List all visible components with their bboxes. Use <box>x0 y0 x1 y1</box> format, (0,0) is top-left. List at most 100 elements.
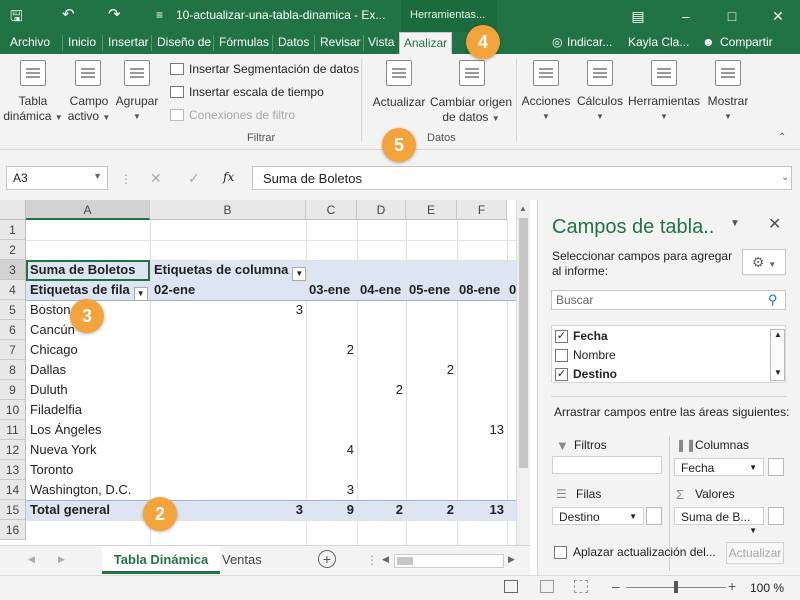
pivot-value-cell[interactable]: 2 <box>357 380 406 400</box>
actions-button[interactable]: Acciones ▼ <box>518 94 574 124</box>
tab-vista[interactable]: Vista <box>368 35 394 49</box>
defer-update-checkbox[interactable] <box>554 546 567 559</box>
zoom-level[interactable]: 100 % <box>750 581 784 595</box>
quick-access-menu-icon[interactable]: ≡ <box>156 8 163 22</box>
undo-icon[interactable]: ↶ <box>62 5 75 23</box>
grand-total-cell[interactable]: 2 <box>357 500 406 520</box>
pivot-value-cell[interactable]: 3 <box>306 480 357 500</box>
tab-datos[interactable]: Datos <box>278 35 309 49</box>
field-label-nombre[interactable]: Nombre <box>573 348 616 362</box>
formula-input[interactable]: Suma de Boletos <box>252 166 792 190</box>
insert-timeline-button[interactable]: Insertar escala de tiempo <box>170 85 324 99</box>
expand-formula-icon[interactable]: ⌄ <box>781 172 789 183</box>
gear-icon[interactable]: ⚙ ▼ <box>742 249 786 275</box>
user-name[interactable]: Kayla Cla... <box>628 35 689 49</box>
row-labels-header[interactable]: Etiquetas de fila ▼ <box>27 280 151 301</box>
col-header-f[interactable]: F <box>457 200 507 220</box>
chevron-down-icon[interactable]: ▼ <box>93 171 102 181</box>
rows-scroll[interactable] <box>646 507 662 525</box>
grand-total-cell[interactable]: 9 <box>306 500 357 520</box>
field-checkbox-fecha[interactable]: ✓ <box>555 330 568 343</box>
row-header[interactable]: 10 <box>0 400 26 420</box>
pivot-table-button[interactable]: Tabla dinámica ▼ <box>2 94 64 125</box>
values-field-chip[interactable]: Suma de B... ▼ <box>674 507 764 535</box>
tab-formulas[interactable]: Fórmulas <box>219 35 269 49</box>
row-label[interactable]: Nueva York <box>27 440 100 460</box>
tab-revisar[interactable]: Revisar <box>320 35 361 49</box>
field-label-fecha[interactable]: Fecha <box>573 329 608 343</box>
date-header[interactable]: 04-ene <box>357 280 404 300</box>
scroll-down-icon[interactable]: ▼ <box>774 368 782 377</box>
field-label-destino[interactable]: Destino <box>573 367 617 381</box>
field-checkbox-nombre[interactable] <box>555 349 568 362</box>
select-all-corner[interactable] <box>0 200 26 220</box>
row-header[interactable]: 7 <box>0 340 26 360</box>
tab-analizar[interactable]: Analizar <box>399 32 452 54</box>
close-icon[interactable]: ✕ <box>768 6 788 26</box>
zoom-in-icon[interactable]: + <box>728 578 736 594</box>
row-label[interactable]: Filadelfia <box>27 400 85 420</box>
col-header-b[interactable]: B <box>150 200 306 220</box>
vertical-scrollbar[interactable]: ▲ <box>516 200 530 545</box>
tab-insertar[interactable]: Insertar <box>108 35 149 49</box>
row-header[interactable]: 2 <box>0 240 26 260</box>
zoom-slider-thumb[interactable] <box>674 581 678 593</box>
pivot-value-field-label[interactable]: Suma de Boletos <box>27 260 138 280</box>
add-sheet-icon[interactable]: + <box>318 550 336 568</box>
row-header[interactable]: 3 <box>0 260 26 280</box>
prev-sheet-icon[interactable]: ◀ <box>28 554 35 565</box>
worksheet-grid[interactable]: A B C D E F 1 2 3 4 5 6 7 8 9 10 11 12 1… <box>0 200 530 545</box>
rows-field-chip[interactable]: Destino ▼ <box>552 507 644 525</box>
filter-connections-button[interactable]: Conexiones de filtro <box>170 108 295 122</box>
date-header[interactable]: 03-ene <box>306 280 353 300</box>
filter-dropdown-icon[interactable]: ▼ <box>133 287 148 301</box>
date-header[interactable]: 02-ene <box>151 280 198 300</box>
column-labels-header[interactable]: Etiquetas de columna ▼ <box>151 260 309 281</box>
row-label[interactable]: Cancún <box>27 320 78 340</box>
row-header[interactable]: 12 <box>0 440 26 460</box>
row-header[interactable]: 5 <box>0 300 26 320</box>
field-search-input[interactable]: Buscar ⚲ <box>551 290 786 310</box>
row-header[interactable]: 13 <box>0 460 26 480</box>
page-layout-icon[interactable] <box>540 580 554 593</box>
tell-me-box[interactable]: Indicar... <box>567 35 612 49</box>
row-header[interactable]: 16 <box>0 520 26 540</box>
tab-archivo[interactable]: Archivo <box>10 35 50 49</box>
vertical-scroll-thumb[interactable] <box>519 218 528 468</box>
chevron-down-icon[interactable]: ▼ <box>629 510 637 524</box>
zoom-out-icon[interactable]: – <box>612 578 620 594</box>
calculations-button[interactable]: Cálculos ▼ <box>574 94 626 124</box>
name-box[interactable]: A3 ▼ <box>6 166 108 190</box>
field-list-scrollbar[interactable]: ▲ ▼ <box>770 329 785 381</box>
row-header[interactable]: 6 <box>0 320 26 340</box>
close-pane-icon[interactable]: ✕ <box>768 214 781 234</box>
scroll-left-icon[interactable]: ◀ <box>382 554 389 565</box>
pivot-value-cell[interactable]: 2 <box>406 360 457 380</box>
scroll-right-icon[interactable]: ▶ <box>508 554 515 565</box>
tools-button[interactable]: Herramientas ▼ <box>626 94 702 124</box>
scroll-up-icon[interactable]: ▲ <box>774 330 782 339</box>
minimize-icon[interactable]: – <box>676 6 696 26</box>
values-scroll[interactable] <box>768 507 784 525</box>
confirm-entry-icon[interactable]: ✓ <box>188 170 200 187</box>
update-button[interactable]: Actualizar <box>726 542 784 564</box>
filter-dropdown-icon[interactable]: ▼ <box>292 267 307 281</box>
row-label[interactable]: Boston <box>27 300 73 320</box>
chevron-down-icon[interactable]: ▼ <box>749 524 757 538</box>
collapse-ribbon-icon[interactable]: ⌃ <box>778 132 786 143</box>
col-header-c[interactable]: C <box>306 200 357 220</box>
cancel-entry-icon[interactable]: ✕ <box>150 170 162 187</box>
pivot-value-cell[interactable]: 13 <box>457 420 507 440</box>
row-header[interactable]: 15 <box>0 500 26 520</box>
tab-diseno[interactable]: Diseño de <box>157 35 211 49</box>
group-button[interactable]: Agrupar ▼ <box>112 94 162 124</box>
row-header[interactable]: 4 <box>0 280 26 300</box>
col-header-e[interactable]: E <box>406 200 457 220</box>
row-label[interactable]: Toronto <box>27 460 76 480</box>
active-field-button[interactable]: Campo activo ▼ <box>64 94 114 125</box>
date-header[interactable]: 08-ene <box>456 280 503 300</box>
date-header[interactable]: 05-ene <box>406 280 453 300</box>
field-checkbox-destino[interactable]: ✓ <box>555 368 568 381</box>
row-header[interactable]: 8 <box>0 360 26 380</box>
pivot-value-cell[interactable]: 2 <box>306 340 357 360</box>
